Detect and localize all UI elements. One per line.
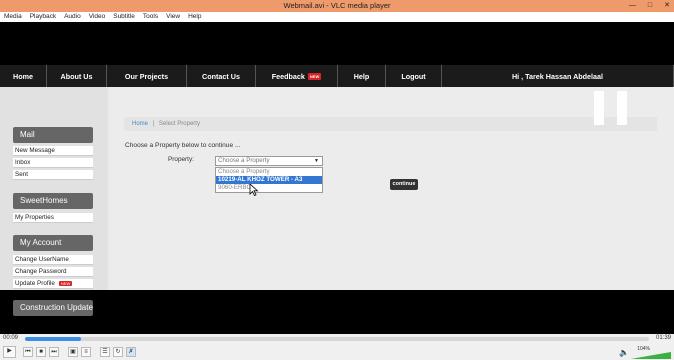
seek-bar[interactable] <box>25 337 649 341</box>
nav-feedback-label: Feedback <box>271 71 305 81</box>
previous-icon[interactable]: ⏮ <box>23 347 33 357</box>
continue-button[interactable]: continue <box>390 179 418 190</box>
sidebar-head-sweethomes: SweetHomes <box>13 193 93 209</box>
dropdown-arrow-icon: ▼ <box>314 158 319 164</box>
menu-help[interactable]: Help <box>188 12 201 22</box>
nav-projects[interactable]: Our Projects <box>107 65 187 87</box>
sidebar-head-construction: Construction Update <box>13 300 93 316</box>
sidebar-link-new-message[interactable]: New Message <box>13 146 93 156</box>
pause-overlay-icon <box>617 91 627 125</box>
nav-projects-label: Our Projects <box>124 71 169 81</box>
nav-help[interactable]: Help <box>338 65 386 87</box>
site-nav: Home About Us Our Projects Contact Us Fe… <box>0 65 674 87</box>
player-controls: 00:09 01:39 ▶ ⏮ ■ ⏭ ▣ ≡ ☰ ↻ ✗ 🔈 104% <box>0 334 674 360</box>
nav-about[interactable]: About Us <box>47 65 107 87</box>
nav-about-label: About Us <box>60 71 93 81</box>
menu-media[interactable]: Media <box>4 12 22 22</box>
property-select[interactable]: Choose a Property ▼ <box>215 156 323 166</box>
menu-bar: Media Playback Audio Video Subtitle Tool… <box>0 12 674 22</box>
loop-icon[interactable]: ↻ <box>113 347 123 357</box>
menu-playback[interactable]: Playback <box>30 12 56 22</box>
elapsed-time: 00:09 <box>3 335 19 341</box>
nav-home[interactable]: Home <box>0 65 47 87</box>
nav-logout[interactable]: Logout <box>386 65 442 87</box>
menu-tools[interactable]: Tools <box>143 12 158 22</box>
stop-icon[interactable]: ■ <box>36 347 46 357</box>
maximize-icon[interactable]: □ <box>648 0 652 12</box>
video-area[interactable]: Home About Us Our Projects Contact Us Fe… <box>0 22 674 334</box>
breadcrumb-current: Select Property <box>158 121 200 127</box>
property-option[interactable]: 9060-ERBC... <box>216 184 322 192</box>
breadcrumb-separator: | <box>152 121 155 127</box>
greeting-text: Hi , Tarek Hassan Abdelaal <box>511 71 604 81</box>
sidebar-link-inbox[interactable]: Inbox <box>13 158 93 168</box>
sidebar-link-change-username[interactable]: Change UserName <box>13 255 93 265</box>
menu-video[interactable]: Video <box>89 12 106 22</box>
fullscreen-icon[interactable]: ▣ <box>68 347 78 357</box>
total-time: 01:39 <box>655 335 671 341</box>
property-dropdown-list: Choose a Property 10219-AL KHOZ TOWER - … <box>215 167 323 193</box>
new-badge: NEW <box>58 281 73 286</box>
menu-view[interactable]: View <box>166 12 180 22</box>
sidebar-head-my-account: My Account <box>13 235 93 251</box>
new-badge: NEW <box>307 72 322 80</box>
property-select-value: Choose a Property <box>218 157 270 164</box>
recorded-webpage: Home About Us Our Projects Contact Us Fe… <box>0 65 674 316</box>
play-icon[interactable]: ▶ <box>3 346 16 358</box>
shuffle-icon[interactable]: ✗ <box>126 347 136 357</box>
breadcrumb: Home | Select Property <box>124 117 657 131</box>
sidebar-link-change-password[interactable]: Change Password <box>13 267 93 277</box>
speaker-icon[interactable]: 🔈 <box>619 348 629 357</box>
extended-settings-icon[interactable]: ≡ <box>81 347 91 357</box>
choose-property-prompt: Choose a Property below to continue ... <box>125 142 241 149</box>
title-bar: Webmail.avi - VLC media player — □ ✕ <box>0 0 674 12</box>
playlist-icon[interactable]: ☰ <box>100 347 110 357</box>
next-icon[interactable]: ⏭ <box>49 347 59 357</box>
sidebar-link-sent[interactable]: Sent <box>13 170 93 180</box>
sidebar-head-mail: Mail <box>13 127 93 143</box>
breadcrumb-home[interactable]: Home <box>132 121 148 127</box>
main-content: Home | Select Property Choose a Property… <box>109 87 674 290</box>
pause-overlay-icon <box>594 91 604 125</box>
sidebar-link-my-properties[interactable]: My Properties <box>13 213 93 223</box>
nav-home-label: Home <box>13 71 33 81</box>
mouse-cursor-icon <box>249 184 259 196</box>
menu-subtitle[interactable]: Subtitle <box>113 12 135 22</box>
update-profile-label: Update Profile <box>15 280 55 287</box>
nav-contact[interactable]: Contact Us <box>187 65 256 87</box>
seek-progress <box>25 337 82 341</box>
nav-logout-label: Logout <box>401 71 426 81</box>
window-title: Webmail.avi - VLC media player <box>283 1 391 10</box>
menu-audio[interactable]: Audio <box>64 12 81 22</box>
user-greeting: Hi , Tarek Hassan Abdelaal <box>442 65 674 87</box>
minimize-icon[interactable]: — <box>629 0 636 12</box>
close-icon[interactable]: ✕ <box>664 0 670 12</box>
nav-help-label: Help <box>353 71 370 81</box>
volume-slider[interactable] <box>631 352 671 359</box>
sidebar: Mail New Message Inbox Sent SweetHomes M… <box>0 87 107 316</box>
sidebar-link-update-profile[interactable]: Update Profile NEW <box>13 279 93 289</box>
nav-feedback[interactable]: Feedback NEW <box>256 65 338 87</box>
property-option-selected[interactable]: 10219-AL KHOZ TOWER - A3 <box>216 176 322 184</box>
property-label: Property: <box>168 156 194 163</box>
nav-contact-label: Contact Us <box>202 71 240 81</box>
property-option[interactable]: Choose a Property <box>216 168 322 176</box>
